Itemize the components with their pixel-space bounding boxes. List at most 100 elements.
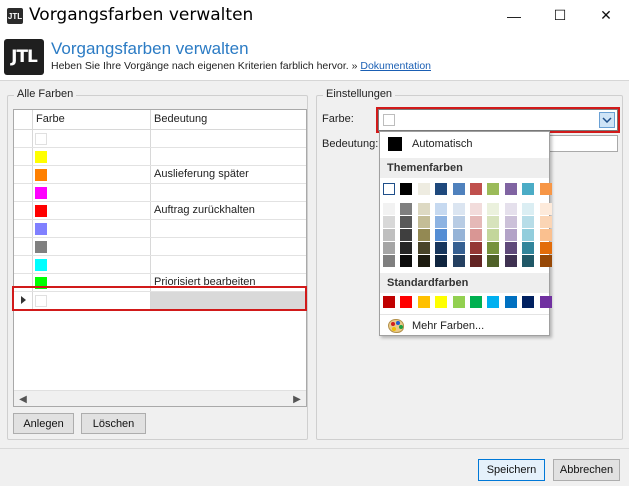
theme-shade-cell[interactable]	[452, 255, 465, 267]
theme-shade-cell[interactable]	[435, 216, 448, 228]
theme-shade-cell[interactable]	[470, 216, 482, 228]
standard-color-cell[interactable]	[417, 296, 430, 308]
theme-shade-cell[interactable]	[487, 229, 500, 241]
column-header-bedeutung[interactable]: Bedeutung	[154, 113, 207, 125]
row-meaning[interactable]: Auftrag zurückhalten	[154, 204, 255, 216]
table-row[interactable]	[14, 238, 306, 256]
theme-color-cell[interactable]	[383, 183, 395, 195]
row-selector[interactable]	[14, 238, 33, 255]
theme-shade-cell[interactable]	[487, 242, 500, 254]
theme-color-cell[interactable]	[504, 183, 517, 195]
theme-shade-cell[interactable]	[383, 255, 395, 267]
row-color-swatch[interactable]	[35, 133, 47, 145]
standard-color-cell[interactable]	[487, 296, 500, 308]
standard-color-cell[interactable]	[383, 296, 395, 308]
theme-shade-cell[interactable]	[504, 255, 517, 267]
theme-shade-cell[interactable]	[383, 229, 395, 241]
row-selector[interactable]	[14, 202, 33, 219]
theme-shade-cell[interactable]	[522, 242, 535, 254]
theme-shade-cell[interactable]	[470, 203, 482, 215]
theme-shade-cell[interactable]	[539, 203, 552, 215]
theme-shade-cell[interactable]	[504, 229, 517, 241]
save-button[interactable]: Speichern	[478, 459, 545, 481]
theme-shade-cell[interactable]	[504, 242, 517, 254]
theme-color-cell[interactable]	[435, 183, 448, 195]
row-meaning[interactable]: Auslieferung später	[154, 168, 249, 180]
theme-shade-cell[interactable]	[435, 242, 448, 254]
table-row[interactable]: Auftrag zurückhalten	[14, 202, 306, 220]
minimize-button[interactable]: —	[491, 0, 537, 31]
documentation-link[interactable]: Dokumentation	[360, 60, 431, 72]
theme-shade-cell[interactable]	[400, 255, 413, 267]
standard-color-cell[interactable]	[452, 296, 465, 308]
standard-color-cell[interactable]	[539, 296, 552, 308]
row-selector[interactable]	[14, 148, 33, 165]
row-color-swatch[interactable]	[35, 151, 47, 163]
theme-shade-cell[interactable]	[417, 242, 430, 254]
theme-shade-cell[interactable]	[470, 242, 482, 254]
theme-shade-cell[interactable]	[435, 255, 448, 267]
theme-shade-cell[interactable]	[539, 255, 552, 267]
theme-shade-cell[interactable]	[504, 203, 517, 215]
theme-shade-cell[interactable]	[452, 216, 465, 228]
table-row[interactable]	[14, 220, 306, 238]
theme-shade-cell[interactable]	[383, 216, 395, 228]
row-color-swatch[interactable]	[35, 169, 47, 181]
automatic-color-option[interactable]: Automatisch	[380, 132, 549, 156]
horizontal-scrollbar[interactable]: ◀ ▶	[14, 390, 306, 406]
more-colors-option[interactable]: Mehr Farben...	[380, 314, 549, 336]
table-row[interactable]	[14, 256, 306, 274]
colors-grid[interactable]: Farbe Bedeutung Auslieferung später Auftr…	[13, 109, 307, 407]
standard-color-cell[interactable]	[522, 296, 535, 308]
close-button[interactable]: ✕	[583, 0, 629, 31]
standard-color-cell[interactable]	[504, 296, 517, 308]
row-color-swatch[interactable]	[35, 259, 47, 271]
theme-color-cell[interactable]	[417, 183, 430, 195]
standard-color-cell[interactable]	[470, 296, 482, 308]
theme-color-cell[interactable]	[522, 183, 535, 195]
theme-shade-cell[interactable]	[400, 242, 413, 254]
theme-shade-cell[interactable]	[383, 242, 395, 254]
theme-shade-cell[interactable]	[487, 255, 500, 267]
row-selector[interactable]	[14, 220, 33, 237]
add-button[interactable]: Anlegen	[13, 413, 74, 434]
meaning-input[interactable]	[547, 135, 618, 152]
theme-shade-cell[interactable]	[539, 242, 552, 254]
theme-color-cell[interactable]	[400, 183, 413, 195]
theme-color-cell[interactable]	[487, 183, 500, 195]
theme-shade-cell[interactable]	[452, 229, 465, 241]
theme-shade-cell[interactable]	[400, 203, 413, 215]
scroll-left-icon[interactable]: ◀	[16, 392, 30, 406]
theme-shade-cell[interactable]	[452, 242, 465, 254]
theme-shade-cell[interactable]	[400, 229, 413, 241]
theme-shade-cell[interactable]	[417, 216, 430, 228]
standard-color-cell[interactable]	[435, 296, 448, 308]
cancel-button[interactable]: Abbrechen	[553, 459, 620, 481]
row-selector[interactable]	[14, 166, 33, 183]
row-color-swatch[interactable]	[35, 241, 47, 253]
theme-shade-cell[interactable]	[400, 216, 413, 228]
theme-color-cell[interactable]	[539, 183, 552, 195]
theme-shade-cell[interactable]	[522, 255, 535, 267]
theme-shade-cell[interactable]	[522, 216, 535, 228]
theme-shade-cell[interactable]	[522, 229, 535, 241]
theme-shade-cell[interactable]	[417, 229, 430, 241]
standard-color-cell[interactable]	[400, 296, 413, 308]
theme-shade-cell[interactable]	[470, 229, 482, 241]
theme-shade-cell[interactable]	[452, 203, 465, 215]
theme-shade-cell[interactable]	[487, 216, 500, 228]
row-color-swatch[interactable]	[35, 223, 47, 235]
theme-shade-cell[interactable]	[504, 216, 517, 228]
theme-shade-cell[interactable]	[417, 255, 430, 267]
theme-shade-cell[interactable]	[487, 203, 500, 215]
row-color-swatch[interactable]	[35, 205, 47, 217]
row-selector[interactable]	[14, 184, 33, 201]
theme-shade-cell[interactable]	[470, 255, 482, 267]
table-row[interactable]: Auslieferung später	[14, 166, 306, 184]
theme-shade-cell[interactable]	[435, 229, 448, 241]
table-row[interactable]	[14, 184, 306, 202]
delete-button[interactable]: Löschen	[81, 413, 146, 434]
theme-shade-cell[interactable]	[383, 203, 395, 215]
theme-shade-cell[interactable]	[539, 229, 552, 241]
row-selector[interactable]	[14, 256, 33, 273]
